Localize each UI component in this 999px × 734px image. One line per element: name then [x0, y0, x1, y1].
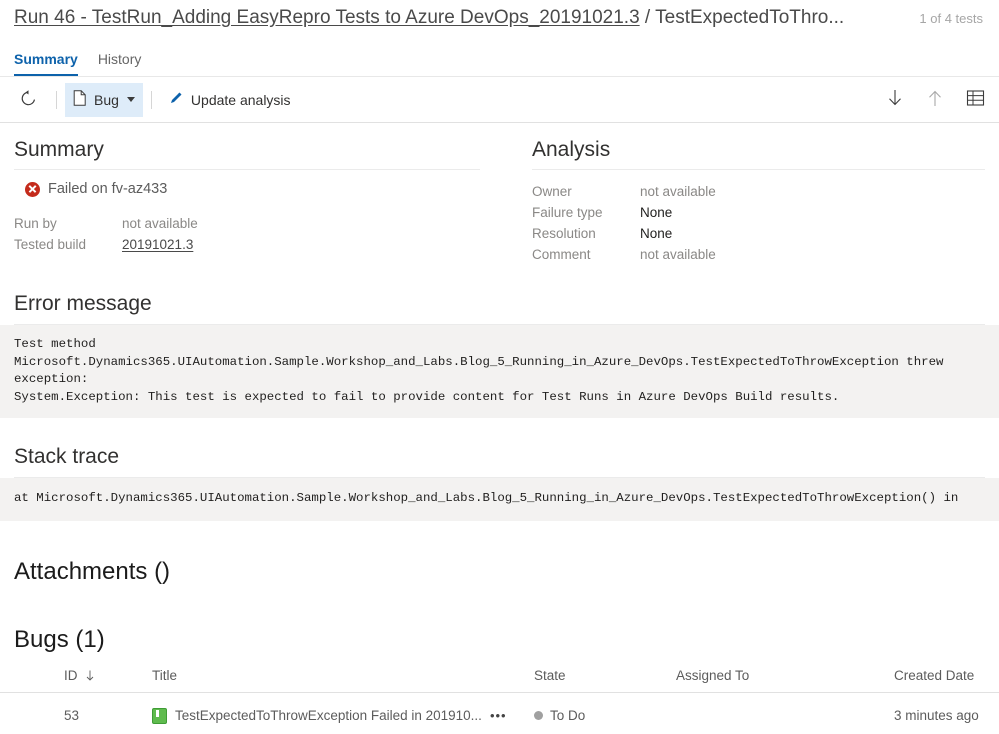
analysis-field-comment: Comment not available [532, 244, 985, 265]
page-header: Run 46 - TestRun_Adding EasyRepro Tests … [0, 0, 999, 34]
tab-summary[interactable]: Summary [14, 43, 78, 76]
bug-button[interactable]: Bug [65, 82, 143, 117]
arrow-down-icon [86, 668, 94, 683]
error-message-heading: Error message [14, 292, 152, 315]
analysis-field-value: None [640, 205, 673, 220]
test-status-text: Failed on fv-az433 [48, 181, 168, 197]
toolbar-divider-2 [150, 90, 152, 109]
update-analysis-label: Update analysis [190, 91, 291, 108]
summary-heading: Summary [14, 138, 104, 161]
column-header-created-date[interactable]: Created Date [894, 667, 999, 693]
row-overflow-menu-icon[interactable]: ••• [490, 708, 507, 723]
stack-trace-heading: Stack trace [14, 445, 120, 468]
page-title: Run 46 - TestRun_Adding EasyRepro Tests … [14, 6, 907, 30]
attachments-heading: Attachments () [14, 557, 171, 585]
column-header-title[interactable]: Title [152, 667, 534, 693]
test-result-detail-page: Run 46 - TestRun_Adding EasyRepro Tests … [0, 0, 999, 724]
summary-field-label: Tested build [14, 237, 87, 252]
bug-id-cell: 53 [64, 708, 80, 723]
grid-view-button[interactable] [955, 83, 995, 117]
error-message-body: Test method Microsoft.Dynamics365.UIAuto… [0, 325, 999, 418]
column-header-label: ID [64, 667, 78, 683]
tab-bar: Summary History [0, 43, 999, 76]
analysis-field-owner: Owner not available [532, 181, 985, 202]
pencil-icon [168, 90, 184, 109]
table-row[interactable]: 53 TestExpectedToThrowException Failed i… [0, 692, 999, 734]
tab-history[interactable]: History [98, 43, 142, 76]
table-header-row: ID Title State Assigned To Created Date [0, 667, 999, 693]
summary-field-run-by: Run by not available [14, 213, 506, 234]
summary-field-label: Run by [14, 216, 57, 231]
bug-state-text: To Do [550, 708, 586, 723]
error-circle-icon [25, 181, 40, 197]
update-analysis-button[interactable]: Update analysis [160, 83, 299, 117]
column-header-id[interactable]: ID [0, 667, 152, 693]
bug-work-item-icon [152, 707, 167, 724]
bug-title-text[interactable]: TestExpectedToThrowException Failed in 2… [175, 708, 482, 723]
analysis-section: Analysis Owner not available Failure typ… [506, 137, 985, 265]
analysis-heading-divider [532, 169, 985, 170]
refresh-button[interactable] [8, 83, 48, 117]
bug-title-cell: TestExpectedToThrowException Failed in 2… [152, 692, 534, 734]
bug-state-cell: To Do [534, 692, 676, 734]
test-run-link[interactable]: Run 46 - TestRun_Adding EasyRepro Tests … [14, 7, 640, 28]
analysis-field-resolution: Resolution None [532, 223, 985, 244]
summary-field-value: 20191021.3 [122, 234, 193, 255]
stack-trace-body: at Microsoft.Dynamics365.UIAutomation.Sa… [0, 478, 999, 521]
analysis-field-label: Failure type [532, 205, 603, 220]
table-grid-icon [966, 89, 985, 110]
summary-analysis-region: Summary Failed on fv-az433 Run by not av… [0, 137, 999, 265]
summary-section: Summary Failed on fv-az433 Run by not av… [14, 137, 506, 265]
tested-build-link[interactable]: 20191021.3 [122, 237, 193, 252]
analysis-field-label: Resolution [532, 226, 596, 241]
arrow-up-icon [926, 88, 944, 111]
analysis-heading: Analysis [532, 138, 611, 161]
summary-field-tested-build: Tested build 20191021.3 [14, 234, 506, 255]
state-dot-icon [534, 711, 543, 720]
test-case-name: TestExpectedToThro... [655, 7, 845, 28]
summary-field-value: not available [122, 216, 198, 231]
summary-heading-divider [14, 169, 480, 170]
analysis-field-value: not available [640, 247, 716, 262]
title-separator: / [639, 7, 656, 28]
bug-button-label: Bug [94, 91, 119, 108]
bug-created-date-cell: 3 minutes ago [894, 708, 979, 723]
command-toolbar: Bug Update analysis [0, 77, 999, 123]
test-count-label: 1 of 4 tests [919, 11, 983, 26]
arrow-down-icon [886, 88, 904, 111]
toolbar-divider-1 [56, 90, 57, 109]
chevron-down-icon[interactable] [126, 97, 135, 102]
analysis-field-value: not available [640, 184, 716, 199]
analysis-field-failure-type: Failure type None [532, 202, 985, 223]
analysis-field-label: Owner [532, 184, 572, 199]
column-header-state[interactable]: State [534, 667, 676, 693]
next-test-button[interactable] [875, 83, 915, 117]
analysis-field-value: None [640, 226, 673, 241]
bug-assigned-to-cell [676, 692, 894, 734]
test-status: Failed on fv-az433 [25, 181, 506, 197]
column-header-assigned-to[interactable]: Assigned To [676, 667, 894, 693]
refresh-icon [20, 89, 37, 110]
bugs-table: ID Title State Assigned To Created Date … [0, 667, 999, 734]
previous-test-button[interactable] [915, 83, 955, 117]
file-icon [73, 90, 87, 109]
analysis-field-label: Comment [532, 247, 591, 262]
bugs-heading: Bugs (1) [14, 625, 105, 653]
